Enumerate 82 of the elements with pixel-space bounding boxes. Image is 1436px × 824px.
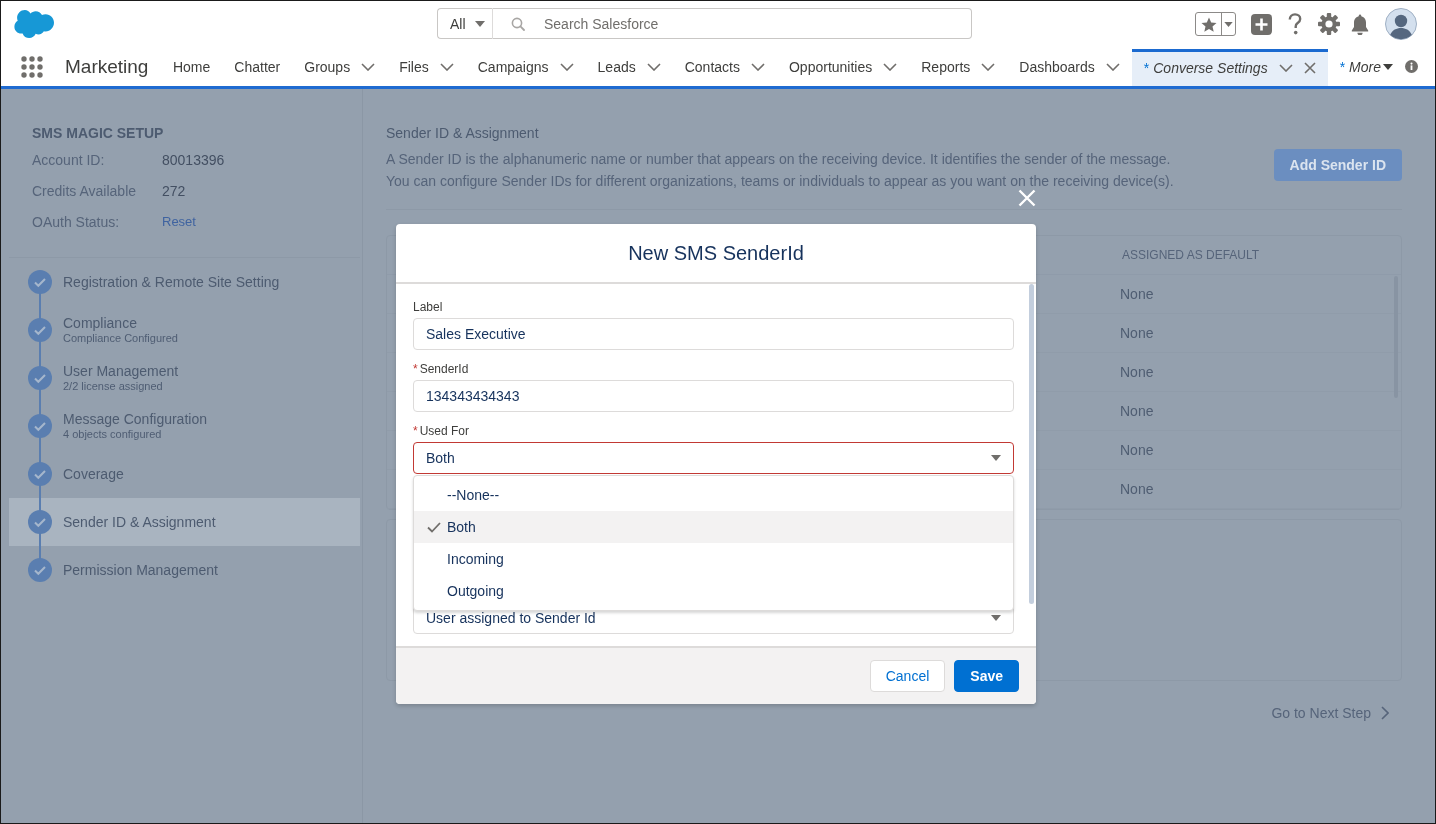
star-icon[interactable] <box>1200 16 1217 32</box>
nav-tab[interactable]: Contacts <box>672 47 777 86</box>
chevron-down-icon[interactable] <box>981 62 996 71</box>
field-label: Credits Available <box>32 182 138 199</box>
step-title: Sender ID & Assignment <box>63 513 216 531</box>
field-label: * Used For <box>413 423 471 440</box>
cancel-button[interactable]: Cancel <box>869 660 946 692</box>
scrollbar[interactable] <box>1029 284 1034 604</box>
workspace-tab[interactable]: * Converse Settings <box>1131 49 1328 86</box>
caret-down-icon <box>991 455 1001 461</box>
search-icon <box>511 16 525 31</box>
bell-icon[interactable] <box>1350 13 1370 35</box>
picklist-option[interactable]: --None-- <box>414 479 1013 511</box>
text-field[interactable]: 134343434343 <box>413 380 1014 412</box>
chevron-down-icon[interactable] <box>559 62 574 71</box>
table-cell-text: None <box>1120 286 1155 302</box>
app-launcher-icon[interactable] <box>21 55 43 78</box>
chevron-down-icon[interactable] <box>646 62 661 71</box>
column-header: ASSIGNED AS DEFAULT <box>1122 248 1261 262</box>
text-field[interactable]: Sales Executive <box>413 318 1014 350</box>
chevron-down-icon[interactable] <box>750 62 765 71</box>
plus-icon[interactable] <box>1251 13 1272 35</box>
description-text: You can configure Sender IDs for different organizations, teams or individuals to appear as you want on the receiving device(s). <box>386 172 1174 191</box>
table-cell-text: None <box>1120 325 1155 341</box>
table-cell-text: None <box>1120 403 1155 419</box>
field-label: * SenderId <box>413 361 470 378</box>
field-value: 80013396 <box>162 151 225 168</box>
table-cell-text: None <box>1120 481 1155 497</box>
info-icon[interactable] <box>1405 60 1418 73</box>
chevron-down-icon[interactable] <box>1105 62 1120 71</box>
chevron-down-icon[interactable] <box>883 62 898 71</box>
save-button[interactable]: Save <box>954 660 1019 692</box>
nav-tab[interactable]: Groups <box>292 47 388 86</box>
caret-down-icon <box>991 615 1001 621</box>
step-title: Registration & Remote Site Setting <box>63 273 280 291</box>
search-field[interactable]: Search Salesforce <box>493 8 972 39</box>
cloud-logo <box>14 9 54 39</box>
picklist-option[interactable]: Both <box>414 511 1013 543</box>
table-cell-text: None <box>1120 364 1155 380</box>
app-name: Marketing <box>65 54 150 79</box>
step-title: Compliance <box>63 315 138 332</box>
chevron-right-icon <box>1381 706 1389 720</box>
nav-tab[interactable]: Chatter <box>222 47 293 86</box>
step-subtitle: 2/2 license assigned <box>63 380 164 393</box>
step-title: Message Configuration <box>63 411 207 428</box>
nav-tab[interactable]: Reports <box>909 47 1008 86</box>
field-value: 272 <box>162 182 186 199</box>
step-subtitle: 4 objects configured <box>63 428 163 441</box>
nav-tab[interactable]: Files <box>387 47 466 86</box>
step-subtitle: Compliance Configured <box>63 332 178 345</box>
caret-down-icon <box>474 20 485 27</box>
picklist-option[interactable]: Incoming <box>414 543 1013 575</box>
nav-tab[interactable]: Dashboards <box>1007 47 1132 86</box>
favorites-button[interactable] <box>1195 12 1236 36</box>
nav-tab[interactable]: Campaigns <box>465 47 586 86</box>
modal-title: New SMS SenderId <box>628 241 804 265</box>
avatar-icon[interactable] <box>1385 8 1417 40</box>
section-title: Sender ID & Assignment <box>386 124 540 142</box>
caret-down-icon[interactable] <box>1224 21 1233 27</box>
step-title: User Management <box>63 363 179 380</box>
table-cell-text: None <box>1120 442 1155 458</box>
step-title: Coverage <box>63 465 124 483</box>
scope-dropdown[interactable]: All <box>437 8 493 39</box>
step-title: Permission Management <box>63 561 218 579</box>
check-icon <box>427 521 441 533</box>
settings-icon[interactable] <box>1318 13 1340 35</box>
close-icon[interactable] <box>1303 61 1316 74</box>
nav-tab[interactable]: Leads <box>585 47 673 86</box>
field-label: Account ID: <box>32 151 106 168</box>
description-text: A Sender ID is the alphanumeric name or number that appears on the receiving device. It identifies the sender of the message. <box>386 150 1172 169</box>
chevron-down-icon[interactable] <box>361 62 376 71</box>
chevron-down-icon[interactable] <box>1278 63 1293 72</box>
section-title: SMS MAGIC SETUP <box>31 124 165 142</box>
nav-tab[interactable]: Opportunities <box>776 47 910 86</box>
chevron-down-icon[interactable] <box>439 62 454 71</box>
help-icon[interactable] <box>1288 13 1302 35</box>
picklist-field[interactable]: Both <box>413 442 1014 474</box>
field-label: Label <box>413 299 444 316</box>
caret-down-icon <box>1383 63 1393 70</box>
nav-tab[interactable]: Home <box>160 47 223 86</box>
field-label: OAuth Status: <box>32 213 121 230</box>
more-menu[interactable]: * More <box>1327 47 1405 86</box>
